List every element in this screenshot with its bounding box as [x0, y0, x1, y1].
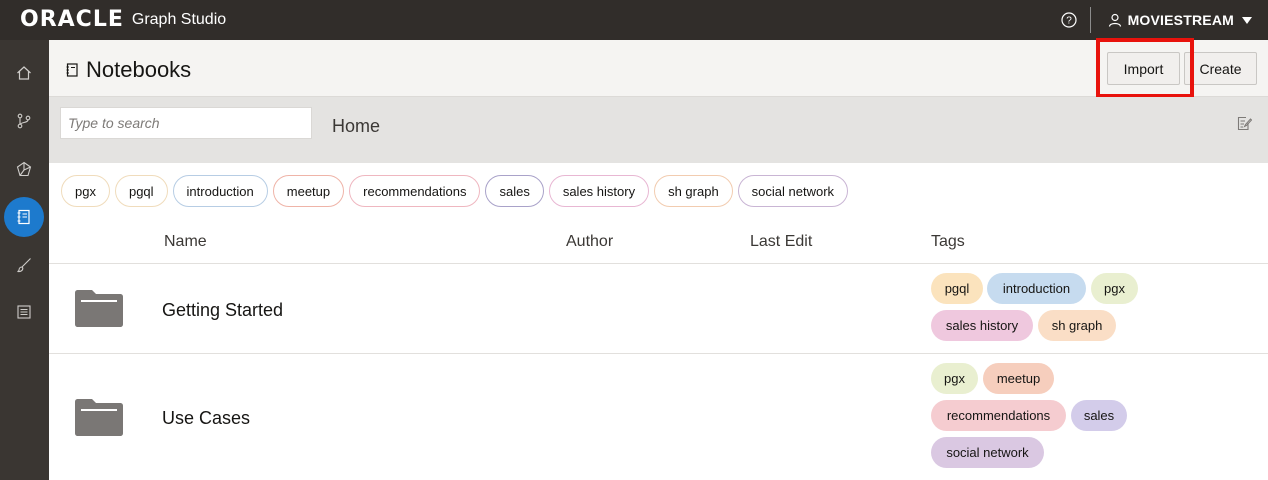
row-name[interactable]: Getting Started: [162, 300, 283, 321]
row-tag-sales-history: sales history: [931, 310, 1033, 341]
row-divider: [49, 263, 1268, 264]
column-header-name[interactable]: Name: [164, 233, 207, 251]
filter-chip-sales-history[interactable]: sales history: [548, 175, 650, 207]
row-divider: [49, 353, 1268, 354]
nav-notebooks[interactable]: [4, 197, 44, 237]
search-bar: Home: [49, 97, 1268, 163]
page-title: Notebooks: [86, 57, 192, 82]
folder-icon: [75, 399, 123, 436]
left-navigation-rail: [0, 40, 49, 480]
nav-jobs[interactable]: [4, 292, 44, 332]
row-tag-pgx: pgx: [931, 363, 978, 394]
filter-chip-pgx[interactable]: pgx: [61, 175, 110, 207]
svg-text:?: ?: [1066, 16, 1072, 27]
nav-brush[interactable]: [4, 245, 44, 285]
filter-chip-recommendations[interactable]: recommendations: [349, 175, 481, 207]
page-header: Notebooks Import Create: [49, 38, 1268, 98]
brand[interactable]: ORACLE Graph Studio: [20, 9, 226, 31]
brush-icon: [17, 258, 31, 273]
product-name: Graph Studio: [131, 11, 227, 28]
row-tag-social-network: social network: [931, 437, 1044, 468]
nav-graphs[interactable]: [4, 101, 44, 141]
row-tag-pgx: pgx: [1091, 273, 1138, 304]
notebook-icon: [17, 209, 30, 225]
home-icon: [17, 66, 31, 80]
jobs-list-icon: [17, 305, 31, 319]
page-title-wrap: Notebooks: [66, 57, 191, 83]
user-icon: [1108, 13, 1121, 27]
column-header-tags: Tags: [931, 233, 965, 250]
top-right-controls: ? MOVIESTREAM: [1060, 0, 1268, 40]
nav-models[interactable]: [4, 149, 44, 189]
breadcrumb-home[interactable]: Home: [332, 116, 380, 137]
create-button[interactable]: Create: [1184, 52, 1257, 85]
tag-filter-row: pgx pgql introduction meetup recommendat…: [61, 175, 853, 207]
filter-chip-meetup[interactable]: meetup: [272, 175, 345, 207]
filter-chip-social-network[interactable]: social network: [737, 175, 849, 207]
filter-chip-sh-graph[interactable]: sh graph: [654, 175, 733, 207]
search-input[interactable]: [60, 107, 312, 139]
help-icon[interactable]: ?: [1060, 12, 1077, 28]
edit-notes-icon[interactable]: [1237, 116, 1252, 131]
graph-branch-icon: [17, 113, 31, 129]
row-tag-sh-graph: sh graph: [1038, 310, 1116, 341]
user-menu-button[interactable]: MOVIESTREAM: [1128, 12, 1234, 28]
row-tag-pgql: pgql: [931, 273, 983, 304]
oracle-logo: ORACLE: [20, 7, 124, 32]
row-name[interactable]: Use Cases: [162, 408, 250, 429]
column-header-last-edit[interactable]: Last Edit: [750, 233, 812, 251]
caret-down-icon[interactable]: [1242, 16, 1252, 24]
row-tag-recommendations: recommendations: [931, 400, 1066, 431]
column-header-author[interactable]: Author: [566, 233, 613, 251]
row-tag-introduction: introduction: [987, 273, 1086, 304]
filter-chip-sales[interactable]: sales: [485, 175, 544, 207]
filter-chip-pgql[interactable]: pgql: [114, 175, 168, 207]
row-tag-meetup: meetup: [983, 363, 1054, 394]
models-icon: [16, 161, 32, 177]
import-highlight-box: [1096, 38, 1194, 98]
filter-chip-introduction[interactable]: introduction: [172, 175, 268, 207]
top-bar: ORACLE Graph Studio ? MOVIESTREAM: [0, 0, 1268, 40]
folder-icon: [75, 290, 123, 327]
nav-home[interactable]: [4, 53, 44, 93]
notebook-title-icon: [66, 63, 78, 77]
top-divider: [1089, 7, 1091, 33]
row-tag-sales: sales: [1071, 400, 1127, 431]
